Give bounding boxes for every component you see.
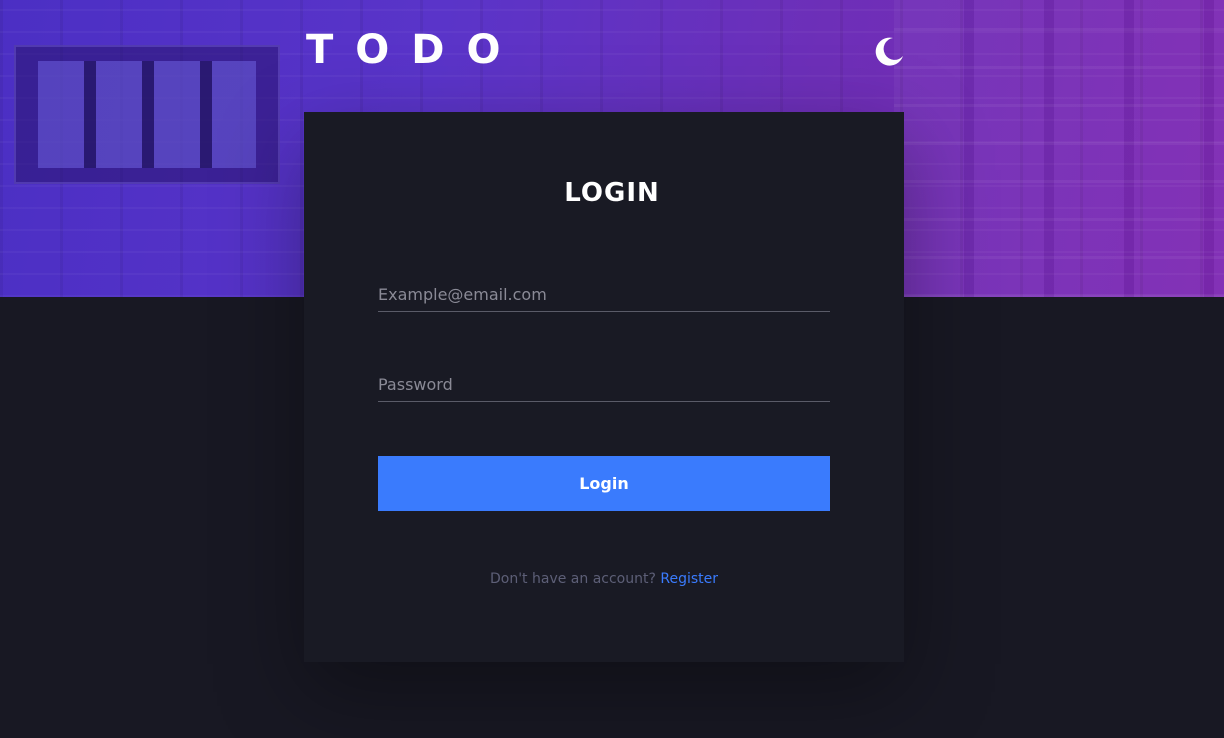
register-link[interactable]: Register [660, 571, 718, 587]
email-field[interactable] [378, 277, 830, 312]
register-prompt-text: Don't have an account? [489, 571, 656, 587]
theme-toggle-button[interactable] [872, 34, 906, 68]
app-logo: TODO [306, 27, 523, 73]
hero-storefront-image [14, 45, 280, 184]
register-prompt: Don't have an account? Register [304, 571, 904, 587]
login-title: LOGIN [564, 178, 660, 208]
password-field[interactable] [378, 367, 830, 402]
login-button[interactable]: Login [378, 456, 830, 511]
moon-icon [875, 37, 903, 66]
hero-pillars-image [894, 0, 1224, 297]
